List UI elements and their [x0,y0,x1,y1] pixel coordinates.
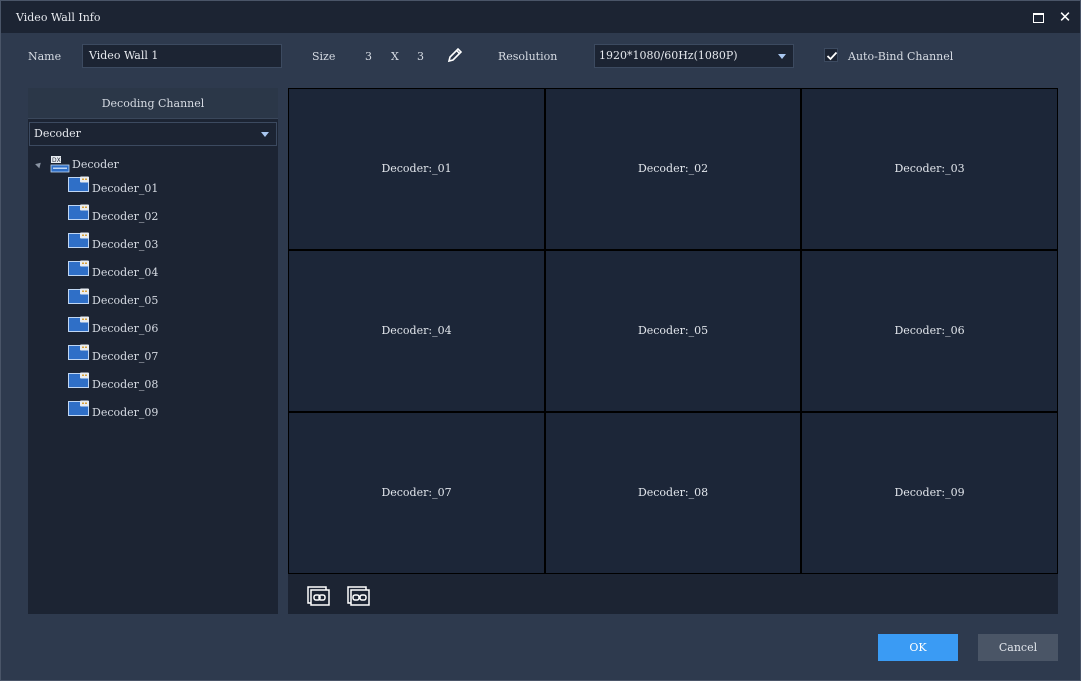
name-label: Name [28,50,62,63]
decoder-channel-icon [68,204,89,220]
tree-item-decoder-channel[interactable]: Decoder_06 [68,316,188,338]
tree-item-decoder-channel[interactable]: Decoder_03 [68,232,188,254]
wall-cell-label: Decoder:_01 [381,162,452,175]
size-separator: X [391,50,399,63]
resolution-select[interactable]: 1920*1080/60Hz(1080P) [594,44,794,68]
decoder-channel-icon [68,344,89,360]
close-icon[interactable]: ✕ [1057,9,1073,25]
size-rows-value: 3 [365,50,372,63]
tree-item-decoder-channel[interactable]: Decoder_09 [68,400,188,422]
chevron-down-icon [778,54,786,59]
tree-item-label: Decoder_01 [92,182,159,195]
tree-root-decoder[interactable]: DX Decoder [35,154,236,176]
tree-item-decoder-channel[interactable]: Decoder_05 [68,288,188,310]
tree-root-label: Decoder [72,158,119,171]
decoder-channel-icon [68,288,89,304]
tree-item-label: Decoder_07 [92,350,159,363]
decoder-channel-icon [68,176,89,192]
wall-cell-label: Decoder:_09 [894,486,965,499]
wall-cell[interactable]: Decoder:_04 [289,251,544,411]
checkmark-icon [826,51,838,61]
link-icon[interactable] [307,584,331,606]
name-input[interactable]: Video Wall 1 [82,44,282,68]
tree-item-decoder-channel[interactable]: Decoder_07 [68,344,188,366]
title-bar: Video Wall Info ✕ [1,1,1080,33]
tree-item-label: Decoder_09 [92,406,159,419]
wall-cell[interactable]: Decoder:_05 [546,251,800,411]
wall-cell[interactable]: Decoder:_03 [802,89,1057,249]
size-label: Size [312,50,336,63]
decoder-filter-value: Decoder [34,127,81,140]
decoder-channel-icon [68,400,89,416]
wall-cell-label: Decoder:_04 [381,324,452,337]
pencil-icon[interactable] [447,47,463,63]
tree-item-label: Decoder_02 [92,210,159,223]
wall-cell[interactable]: Decoder:_02 [546,89,800,249]
wall-cell-label: Decoder:_07 [381,486,452,499]
video-wall-info-dialog: Video Wall Info ✕ Name Video Wall 1 Size… [0,0,1081,681]
tree-item-decoder-channel[interactable]: Decoder_04 [68,260,188,282]
maximize-icon[interactable] [1031,9,1047,25]
ok-button[interactable]: OK [878,634,958,661]
decoding-channel-panel: Decoding Channel Decoder DX Decoder Deco… [28,88,278,614]
auto-bind-checkbox[interactable] [824,48,838,62]
tree-item-decoder-channel[interactable]: Decoder_08 [68,372,188,394]
wall-cell[interactable]: Decoder:_09 [802,413,1057,573]
svg-text:DX: DX [52,157,61,164]
video-wall-grid: Decoder:_01 Decoder:_02 Decoder:_03 Decoder… [288,88,1058,574]
wall-cell-label: Decoder:_05 [637,324,709,337]
tree-item-label: Decoder_08 [92,378,159,391]
tree-item-decoder-channel[interactable]: Decoder_02 [68,204,188,226]
cancel-button[interactable]: Cancel [978,634,1058,661]
chevron-down-icon [261,132,269,137]
resolution-label: Resolution [498,50,558,63]
wall-cell[interactable]: Decoder:_07 [289,413,544,573]
decoder-channel-icon [68,372,89,388]
wall-cell[interactable]: Decoder:_06 [802,251,1057,411]
resolution-value: 1920*1080/60Hz(1080P) [599,49,738,62]
wall-toolbar [288,574,1058,614]
tree-item-label: Decoder_05 [92,294,159,307]
wall-cell-label: Decoder:_03 [894,162,965,175]
tree-item-label: Decoder_06 [92,322,159,335]
expand-icon[interactable] [35,160,43,169]
decoder-filter-select[interactable]: Decoder [29,122,277,146]
wall-cell[interactable]: Decoder:_08 [546,413,800,573]
decoder-device-icon: DX [50,156,70,173]
wall-cell-label: Decoder:_02 [637,162,709,175]
size-cols-value: 3 [417,50,424,63]
tree-item-label: Decoder_04 [92,266,159,279]
decoder-channel-icon [68,316,89,332]
wall-cell[interactable]: Decoder:_01 [289,89,544,249]
tree-item-decoder-channel[interactable]: Decoder_01 [68,176,188,198]
tree-item-label: Decoder_03 [92,238,159,251]
auto-bind-label: Auto-Bind Channel [848,50,954,63]
unlink-icon[interactable] [347,584,371,606]
wall-cell-label: Decoder:_06 [894,324,965,337]
window-title: Video Wall Info [16,11,101,24]
wall-cell-label: Decoder:_08 [637,486,709,499]
decoder-channel-icon [68,232,89,248]
decoding-channel-header: Decoding Channel [28,88,278,119]
decoder-channel-icon [68,260,89,276]
